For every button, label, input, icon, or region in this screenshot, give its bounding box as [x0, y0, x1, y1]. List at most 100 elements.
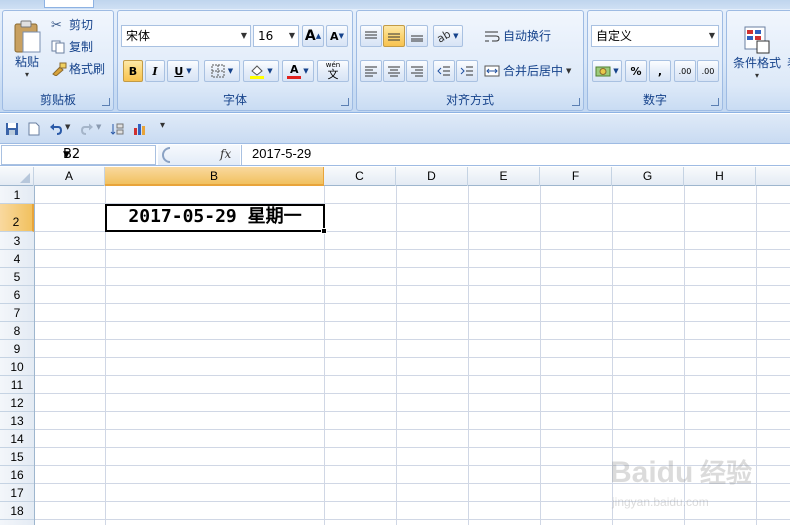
- select-all-corner[interactable]: [0, 167, 34, 186]
- row-header-10[interactable]: 10: [0, 358, 34, 376]
- grow-font-button[interactable]: A ▲: [302, 25, 324, 47]
- row-header-3[interactable]: 3: [0, 232, 34, 250]
- column-header-a[interactable]: A: [34, 167, 105, 186]
- formula-input[interactable]: 2017-5-29: [241, 145, 790, 165]
- align-bottom-button[interactable]: [406, 25, 428, 47]
- clipboard-launcher-icon[interactable]: [102, 98, 110, 106]
- column-header-f[interactable]: F: [540, 167, 612, 186]
- row-header-14[interactable]: 14: [0, 430, 34, 448]
- row-header-4[interactable]: 4: [0, 250, 34, 268]
- redo-icon[interactable]: [80, 122, 94, 136]
- row-header-8[interactable]: 8: [0, 322, 34, 340]
- decrease-decimal-button[interactable]: .00: [697, 60, 719, 82]
- fill-bucket-icon: [250, 65, 265, 79]
- down-arrow-icon: ▼: [338, 32, 344, 40]
- chevron-down-icon: ▼: [240, 31, 247, 40]
- chart-icon[interactable]: [133, 122, 147, 136]
- save-icon[interactable]: [5, 122, 19, 136]
- row-header-6[interactable]: 6: [0, 286, 34, 304]
- row-header-17[interactable]: 17: [0, 484, 34, 502]
- conditional-format-icon: [744, 26, 770, 53]
- currency-icon: [595, 66, 611, 77]
- undo-dropdown-icon[interactable]: ▼: [65, 123, 70, 131]
- column-header-c[interactable]: C: [324, 167, 396, 186]
- column-header-g[interactable]: G: [612, 167, 684, 186]
- undo-icon[interactable]: [49, 122, 63, 136]
- font-size-combo[interactable]: 16 ▼: [253, 25, 299, 47]
- tab-home[interactable]: [44, 0, 94, 8]
- fill-handle[interactable]: [321, 228, 327, 234]
- font-name-combo[interactable]: 宋体 ▼: [121, 25, 251, 47]
- increase-indent-button[interactable]: [456, 60, 478, 82]
- borders-button[interactable]: ▼: [204, 60, 240, 82]
- grid-hline: [35, 285, 790, 286]
- wrap-text-label: 自动换行: [503, 29, 552, 43]
- number-launcher-icon[interactable]: [711, 98, 719, 106]
- watermark-brand: Baidu: [610, 456, 693, 489]
- column-header-partial[interactable]: [756, 167, 790, 186]
- align-right-button[interactable]: [406, 60, 428, 82]
- font-color-button[interactable]: A ▼: [282, 60, 314, 82]
- font-launcher-icon[interactable]: [341, 98, 349, 106]
- shrink-font-button[interactable]: A ▼: [326, 25, 348, 47]
- bold-button[interactable]: B: [123, 60, 143, 82]
- redo-dropdown-icon[interactable]: ▼: [96, 123, 101, 131]
- decrease-decimal-icon: .00: [701, 66, 715, 76]
- column-header-b[interactable]: B: [105, 167, 324, 186]
- underline-button[interactable]: U ▼: [167, 60, 199, 82]
- decrease-indent-button[interactable]: [433, 60, 455, 82]
- chevron-down-icon: ▼: [267, 67, 273, 75]
- column-header-h[interactable]: H: [684, 167, 756, 186]
- row-header-13[interactable]: 13: [0, 412, 34, 430]
- merge-center-button[interactable]: 合并后居中 ▼: [484, 60, 578, 82]
- styles-group: 条件格式 ▾ 表: [726, 10, 790, 111]
- column-header-d[interactable]: D: [396, 167, 468, 186]
- underline-icon: U: [174, 64, 184, 78]
- sort-icon[interactable]: [110, 122, 124, 136]
- percent-button[interactable]: %: [625, 60, 647, 82]
- row-header-12[interactable]: 12: [0, 394, 34, 412]
- font-group-label: 字体: [222, 93, 247, 107]
- row-header-11[interactable]: 11: [0, 376, 34, 394]
- phonetic-char-icon: 文: [327, 68, 339, 81]
- row-header-2[interactable]: 2: [0, 204, 34, 232]
- align-center-button[interactable]: [383, 60, 405, 82]
- wrap-text-button[interactable]: 自动换行: [484, 25, 556, 47]
- comma-button[interactable]: ,: [649, 60, 671, 82]
- conditional-format-button[interactable]: 条件格式 ▾: [729, 15, 785, 89]
- fill-color-button[interactable]: ▼: [243, 60, 279, 82]
- align-top-button[interactable]: [360, 25, 382, 47]
- cut-button[interactable]: ✂ 剪切: [51, 15, 111, 35]
- orientation-button[interactable]: ab ▼: [433, 25, 463, 47]
- paste-button[interactable]: 粘贴 ▾: [7, 15, 47, 83]
- chevron-down-icon: ▼: [708, 31, 715, 40]
- new-document-icon[interactable]: [27, 122, 41, 136]
- align-left-button[interactable]: [360, 60, 382, 82]
- increase-decimal-button[interactable]: .00: [674, 60, 696, 82]
- format-painter-button[interactable]: 格式刷: [51, 59, 113, 79]
- name-box[interactable]: B2 ▼: [1, 145, 156, 165]
- customize-qat-icon[interactable]: ▾: [160, 120, 165, 131]
- insert-function-icon[interactable]: fx: [220, 147, 231, 161]
- row-header-16[interactable]: 16: [0, 466, 34, 484]
- alignment-launcher-icon[interactable]: [572, 98, 580, 106]
- grid-hline: [35, 249, 790, 250]
- copy-button[interactable]: 复制: [51, 37, 111, 57]
- row-header-7[interactable]: 7: [0, 304, 34, 322]
- row-header-1[interactable]: 1: [0, 186, 34, 204]
- ribbon: 粘贴 ▾ ✂ 剪切 复制 格式刷 剪贴板 宋体 ▼ 16 ▼ A ▲ A ▼ B I…: [0, 9, 790, 113]
- column-header-e[interactable]: E: [468, 167, 540, 186]
- name-box-resize-icon[interactable]: [160, 147, 180, 163]
- row-header-5[interactable]: 5: [0, 268, 34, 286]
- number-format-combo[interactable]: 自定义 ▼: [591, 25, 719, 47]
- row-header-15[interactable]: 15: [0, 448, 34, 466]
- cut-label: 剪切: [69, 18, 94, 32]
- row-header-9[interactable]: 9: [0, 340, 34, 358]
- phonetic-button[interactable]: wén 文: [317, 60, 349, 82]
- align-middle-button[interactable]: [383, 25, 405, 47]
- row-header-18[interactable]: 18: [0, 502, 34, 520]
- italic-button[interactable]: I: [145, 60, 165, 82]
- cell-b2[interactable]: 2017-05-29 星期一: [105, 204, 327, 234]
- currency-button[interactable]: ▼: [592, 60, 622, 82]
- align-center-icon: [388, 66, 400, 77]
